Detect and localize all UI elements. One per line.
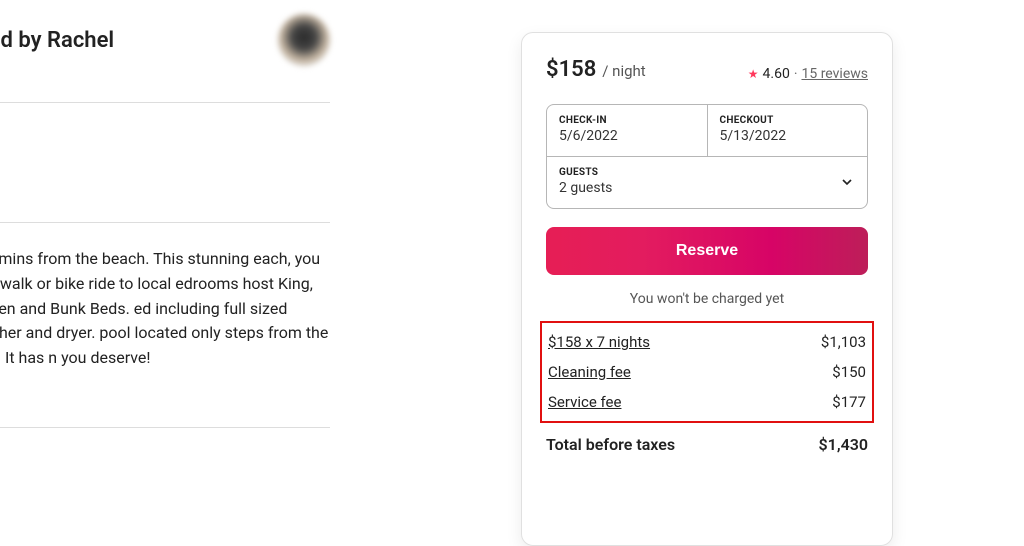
breakdown-label[interactable]: Cleaning fee	[548, 363, 631, 381]
breakdown-row: Service fee $177	[548, 387, 866, 417]
breakdown-row: $158 x 7 nights $1,103	[548, 327, 866, 357]
date-guest-picker: CHECK-IN 5/6/2022 CHECKOUT 5/13/2022 GUE…	[546, 104, 868, 209]
breakdown-amount: $177	[832, 393, 866, 411]
breakdown-amount: $150	[832, 363, 866, 381]
chevron-down-icon	[839, 174, 855, 190]
booking-card: $158 / night ★ 4.60 · 15 reviews CHECK-I…	[521, 32, 893, 546]
checkin-cell[interactable]: CHECK-IN 5/6/2022	[547, 105, 708, 156]
checkin-label: CHECK-IN	[559, 115, 695, 126]
checkout-value: 5/13/2022	[720, 128, 856, 144]
rating-value: 4.60	[763, 66, 790, 82]
per-night-label: / night	[602, 62, 645, 80]
guests-label: GUESTS	[559, 167, 612, 178]
guests-cell[interactable]: GUESTS 2 guests	[547, 156, 867, 208]
host-avatar[interactable]	[278, 14, 330, 66]
listing-description: ly 5 mins from the beach. This stunning …	[0, 223, 330, 428]
checkout-label: CHECKOUT	[720, 115, 856, 126]
checkin-value: 5/6/2022	[559, 128, 695, 144]
breakdown-label[interactable]: Service fee	[548, 393, 621, 411]
reserve-button[interactable]: Reserve	[546, 227, 868, 275]
host-title: sted by Rachel	[0, 28, 114, 53]
price-block: $158 / night	[546, 57, 646, 82]
total-row: Total before taxes $1,430	[546, 435, 868, 454]
breakdown-label[interactable]: $158 x 7 nights	[548, 333, 650, 351]
breakdown-amount: $1,103	[821, 333, 866, 351]
amenities-summary	[0, 103, 330, 223]
total-amount: $1,430	[819, 435, 868, 454]
reviews-link[interactable]: 15 reviews	[801, 66, 868, 82]
separator-dot: ·	[794, 66, 798, 82]
charge-note: You won't be charged yet	[546, 291, 868, 307]
breakdown-row: Cleaning fee $150	[548, 357, 866, 387]
checkout-cell[interactable]: CHECKOUT 5/13/2022	[708, 105, 868, 156]
rating-block: ★ 4.60 · 15 reviews	[748, 66, 868, 82]
total-label: Total before taxes	[546, 435, 675, 454]
host-section: sted by Rachel	[0, 0, 330, 103]
guests-value: 2 guests	[559, 180, 612, 196]
price-breakdown-highlight: $158 x 7 nights $1,103 Cleaning fee $150…	[540, 321, 874, 423]
nightly-price: $158	[546, 57, 596, 82]
star-icon: ★	[748, 67, 759, 81]
